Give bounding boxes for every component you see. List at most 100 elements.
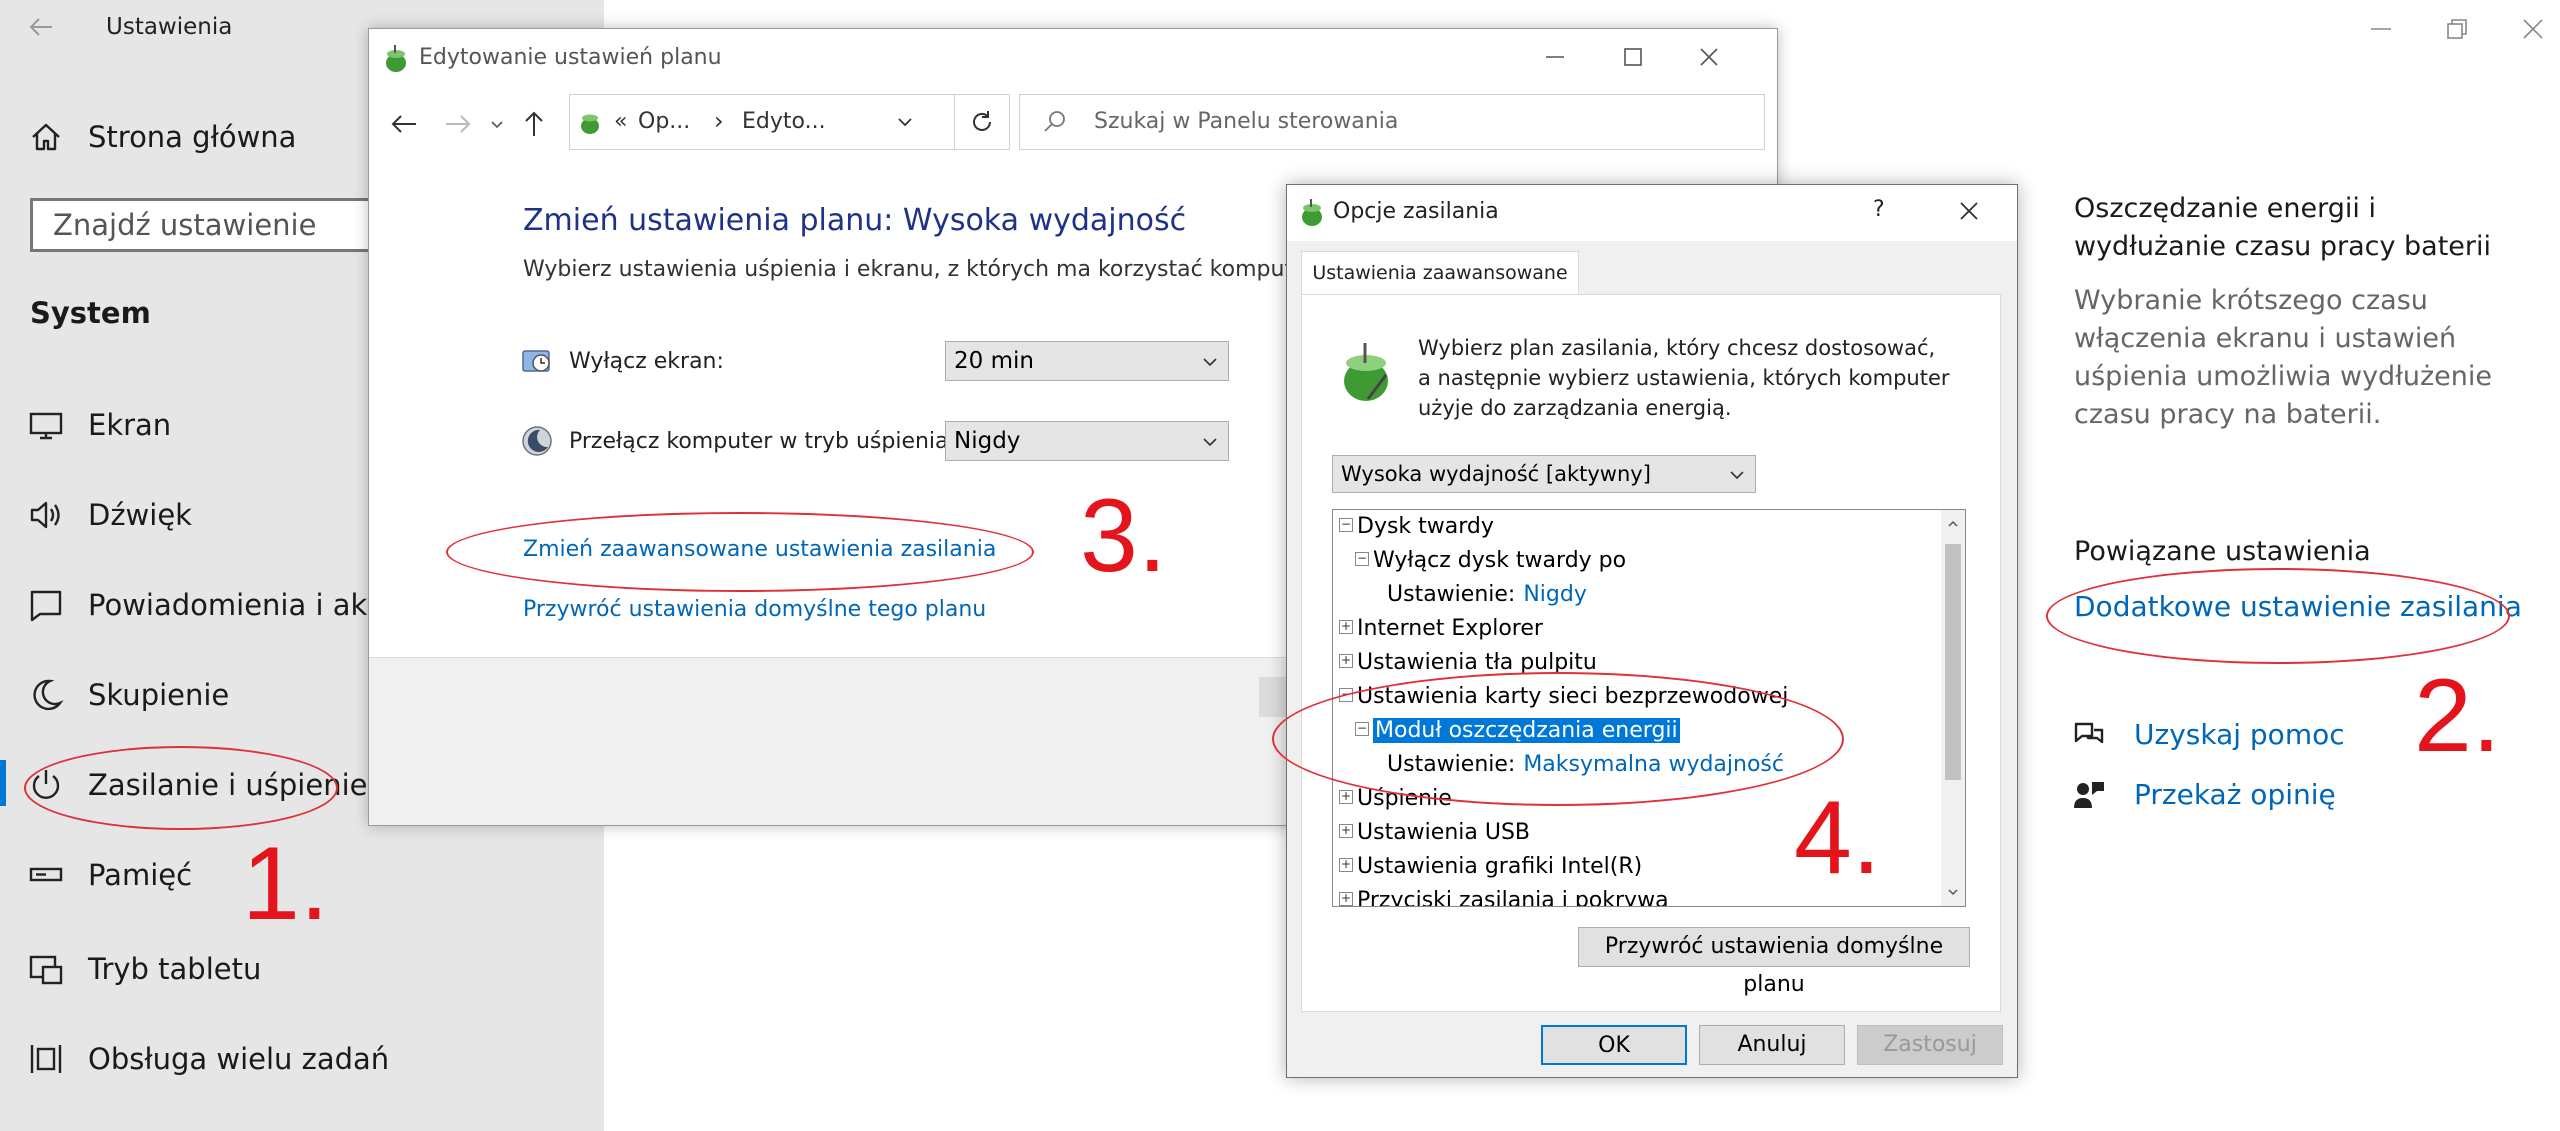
expand-icon[interactable]: + [1339, 824, 1353, 838]
notification-icon [28, 587, 64, 623]
annotation-oval-1 [24, 746, 338, 830]
up-arrow-icon[interactable] [519, 109, 549, 139]
address-bar[interactable]: « Op... › Edyto... [569, 94, 955, 150]
control-panel-icon [576, 107, 604, 135]
dialog-title: Opcje zasilania [1333, 199, 1499, 224]
expand-icon[interactable]: + [1339, 858, 1353, 872]
collapse-icon[interactable]: − [1355, 552, 1369, 566]
get-help-link[interactable]: Uzyskaj pomoc [2134, 718, 2345, 751]
plan-subheading: Wybierz ustawienia uśpienia i ekranu, z … [523, 257, 1321, 282]
breadcrumb-item[interactable]: Edyto... [742, 109, 826, 134]
sleep-select[interactable]: Nigdy [945, 421, 1229, 461]
recent-chevron-icon[interactable] [489, 117, 505, 133]
related-settings-title: Powiązane ustawienia [2074, 536, 2371, 567]
display-icon [521, 345, 553, 377]
tree-row[interactable]: Ustawienie: Nigdy [1387, 578, 1587, 611]
restore-defaults-link[interactable]: Przywróć ustawienia domyślne tego planu [523, 597, 986, 622]
tree-row-label: Ustawienie: [1387, 582, 1516, 607]
cancel-button[interactable]: Anuluj [1699, 1025, 1845, 1065]
partial-button[interactable] [1259, 677, 1289, 717]
back-arrow-icon[interactable] [389, 109, 419, 139]
expand-icon[interactable]: + [1339, 654, 1353, 668]
ok-button[interactable]: OK [1541, 1025, 1687, 1065]
sleep-icon [521, 425, 553, 457]
tree-row[interactable]: + Internet Explorer [1339, 612, 1543, 645]
search-icon [1042, 109, 1068, 135]
restore-plan-defaults-button[interactable]: Przywróć ustawienia domyślne planu [1578, 927, 1970, 997]
section-title: System [30, 296, 151, 330]
tree-row[interactable]: − Dysk twardy [1339, 510, 1494, 543]
tree-row-label: Ustawienia grafiki Intel(R) [1357, 854, 1643, 879]
power-plan-select[interactable]: Wysoka wydajność [aktywny] [1332, 455, 1756, 493]
annotation-oval-4 [1272, 672, 1844, 806]
chevron-down-icon [1727, 465, 1747, 485]
feedback-icon [2072, 778, 2106, 812]
tab-advanced-settings[interactable]: Ustawienia zaawansowane [1301, 251, 1579, 295]
give-feedback-link[interactable]: Przekaż opinię [2134, 778, 2336, 811]
plan-heading: Zmień ustawienia planu: Wysoka wydajność [523, 203, 1187, 238]
tree-row-label: Ustawienia USB [1357, 820, 1531, 845]
close-icon[interactable] [1695, 43, 1723, 71]
right-heading: Oszczędzanie energii i wydłużanie czasu … [2074, 193, 2492, 262]
help-icon [2072, 718, 2106, 752]
sleep-label: Przełącz komputer w tryb uśpienia: [569, 429, 956, 454]
breadcrumb-item[interactable]: Op... [638, 109, 690, 134]
dialog-intro-2: a następnie wybierz ustawienia, których … [1418, 366, 1950, 390]
sidebar-item-label: Skupienie [88, 678, 230, 712]
annotation-number-3: 3. [1080, 478, 1167, 594]
display-off-select[interactable]: 20 min [945, 341, 1229, 381]
refresh-icon [969, 109, 995, 135]
tree-row[interactable]: + Przyciski zasilania i pokrywa [1339, 884, 1669, 907]
tree-row-value[interactable]: Nigdy [1523, 582, 1587, 607]
address-dropdown-icon[interactable] [896, 113, 914, 131]
restore-icon[interactable] [2442, 14, 2472, 44]
annotation-number-2: 2. [2414, 658, 2501, 774]
sidebar-item-tablet[interactable]: Tryb tabletu [0, 934, 604, 1004]
tree-row-label: Przyciski zasilania i pokrywa [1357, 888, 1669, 907]
back-arrow-icon[interactable] [28, 14, 54, 40]
tree-row[interactable]: + Ustawienia grafiki Intel(R) [1339, 850, 1642, 883]
power-options-dialog: Opcje zasilania ? Ustawienia zaawansowan… [1286, 184, 2018, 1078]
help-button[interactable]: ? [1873, 197, 1885, 222]
close-icon[interactable] [1955, 197, 1983, 225]
annotation-oval-2 [2046, 568, 2510, 664]
display-off-label: Wyłącz ekran: [569, 349, 724, 374]
right-description: Wybranie krótszego czasu włączenia ekran… [2074, 285, 2492, 430]
tree-row-label: Wyłącz dysk twardy po [1373, 548, 1627, 573]
breadcrumb-prefix: « [614, 109, 628, 134]
expand-icon[interactable]: + [1339, 892, 1353, 906]
control-panel-search-input[interactable]: Szukaj w Panelu sterowania [1019, 94, 1765, 150]
forward-arrow-icon[interactable] [443, 109, 473, 139]
plan-window-title: Edytowanie ustawień planu [419, 45, 722, 70]
refresh-button[interactable] [954, 94, 1010, 150]
display-off-value: 20 min [954, 348, 1034, 374]
speaker-icon [28, 497, 64, 533]
scroll-up-icon[interactable] [1947, 518, 1959, 530]
selected-plan: Wysoka wydajność [aktywny] [1341, 462, 1651, 486]
home-icon [28, 119, 64, 155]
sidebar-item-label: Dźwięk [88, 498, 192, 532]
tree-scrollbar[interactable] [1941, 510, 1965, 906]
apply-button[interactable]: Zastosuj [1857, 1025, 2003, 1065]
collapse-icon[interactable]: − [1339, 518, 1353, 532]
expand-icon[interactable]: + [1339, 620, 1353, 634]
expand-icon[interactable]: + [1339, 790, 1353, 804]
sidebar-item-label: Pamięć [88, 858, 193, 892]
tree-row[interactable]: + Ustawienia USB [1339, 816, 1530, 849]
home-label: Strona główna [88, 120, 297, 154]
multitask-icon [28, 1041, 64, 1077]
sidebar-item-multitask[interactable]: Obsługa wielu zadań [0, 1024, 604, 1094]
search-placeholder: Szukaj w Panelu sterowania [1094, 109, 1399, 134]
battery-plan-icon [1338, 341, 1398, 403]
annotation-oval-3 [446, 512, 1034, 592]
close-icon[interactable] [2518, 14, 2548, 44]
breadcrumb-separator: › [714, 107, 724, 135]
scroll-down-icon[interactable] [1947, 886, 1959, 898]
maximize-icon[interactable] [1619, 43, 1647, 71]
power-plan-icon [1297, 197, 1327, 227]
minimize-icon[interactable] [2366, 14, 2396, 44]
tree-row[interactable]: − Wyłącz dysk twardy po [1355, 544, 1626, 577]
minimize-icon[interactable] [1541, 43, 1569, 71]
scroll-thumb[interactable] [1945, 544, 1961, 780]
storage-icon [28, 857, 64, 893]
